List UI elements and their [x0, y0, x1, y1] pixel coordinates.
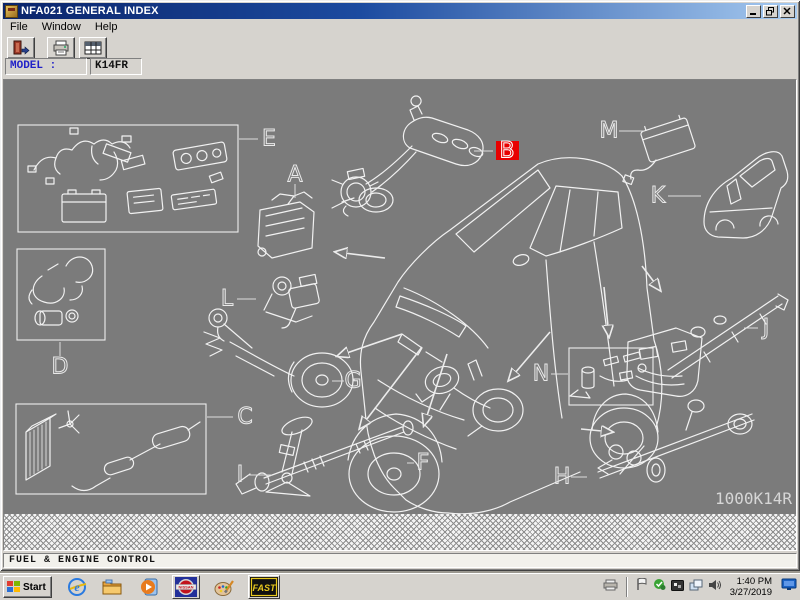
group-box-C [16, 404, 206, 494]
menu-bar: File Window Help [3, 20, 797, 34]
minimize-button[interactable] [746, 5, 761, 18]
tray-time: 1:40 PM [730, 576, 772, 587]
tray-window-stack-icon[interactable] [689, 578, 703, 596]
app-icon [5, 5, 18, 18]
group-box-D [17, 249, 105, 340]
model-value-field[interactable]: K14FR [90, 58, 142, 75]
front-suspension-drawing [204, 309, 353, 407]
section-label-e[interactable]: E [262, 127, 276, 152]
ecu-drawing [623, 114, 696, 185]
general-index-diagram: A B C D E F G H I J K L M N 1000K14R [4, 80, 796, 516]
exit-button[interactable] [7, 37, 35, 59]
media-player-icon[interactable] [138, 576, 160, 598]
section-label-f[interactable]: F [417, 451, 430, 476]
section-label-k[interactable]: K [651, 184, 666, 209]
section-label-m[interactable]: M [600, 119, 619, 144]
section-label-b[interactable]: B [499, 139, 514, 164]
section-label-j[interactable]: J [761, 316, 770, 341]
tray-printer-icon[interactable] [603, 578, 618, 596]
fast-logo-icon: FAST [250, 577, 278, 597]
title-bar[interactable]: NFA021 GENERAL INDEX [3, 3, 797, 19]
section-label-g[interactable]: G [344, 369, 361, 394]
fast-app-button[interactable]: FAST [248, 575, 280, 599]
parts-index-grid-icon [84, 40, 102, 56]
file-explorer-icon[interactable] [102, 576, 124, 598]
cooling-exhaust-drawing [26, 411, 200, 491]
drawing-code: 1000K14R [715, 489, 792, 508]
section-label-h[interactable]: H [554, 465, 571, 490]
menu-help[interactable]: Help [88, 21, 125, 33]
electrical-parts-drawing [28, 128, 227, 222]
engine-drawing [258, 168, 378, 258]
tray-security-icon[interactable] [653, 578, 666, 596]
steering-column-drawing [266, 414, 314, 496]
tray-flag-icon[interactable] [636, 578, 648, 596]
section-label-n[interactable]: N [533, 362, 549, 387]
tray-divider [626, 577, 628, 597]
windows-logo-icon [7, 581, 20, 593]
tray-date: 3/27/2019 [730, 587, 772, 598]
section-label-a[interactable]: A [287, 163, 302, 188]
paint-icon[interactable] [214, 576, 236, 598]
restore-button[interactable] [763, 5, 778, 18]
parts-index-button[interactable] [79, 37, 107, 59]
print-button[interactable] [47, 37, 75, 59]
status-bar: FUEL & ENGINE CONTROL [3, 553, 797, 568]
section-label-d[interactable]: D [52, 355, 69, 380]
tray-clock[interactable]: 1:40 PM 3/27/2019 [726, 576, 776, 598]
hoses-drawing [29, 257, 93, 325]
menu-file[interactable]: File [3, 21, 35, 33]
window-title: NFA021 GENERAL INDEX [21, 5, 159, 17]
section-label-i[interactable]: I [237, 463, 244, 488]
printer-icon [52, 40, 70, 56]
tray-network-display-icon[interactable] [781, 578, 797, 596]
taskbar: Start e NISSAN FAST [0, 573, 800, 600]
brake-unit-drawing [264, 274, 320, 328]
svg-text:NISSAN: NISSAN [178, 585, 193, 590]
nissan-logo-icon: NISSAN [175, 577, 197, 597]
washer-parts-drawing [570, 352, 646, 398]
chassis-drawing [627, 294, 788, 396]
desktop: { "window": { "title": "NFA021 GENERAL I… [0, 0, 800, 600]
menu-window[interactable]: Window [35, 21, 88, 33]
start-button[interactable]: Start [3, 576, 52, 598]
app-window: NFA021 GENERAL INDEX File Window Help MO… [0, 0, 800, 571]
section-label-l[interactable]: L [221, 287, 234, 312]
nissan-app-button[interactable]: NISSAN [172, 575, 200, 599]
exit-door-icon [12, 40, 30, 56]
tray-input-icon[interactable] [671, 578, 684, 596]
status-text: FUEL & ENGINE CONTROL [9, 555, 156, 566]
start-label: Start [23, 582, 46, 593]
drive-shaft-drawing [236, 421, 413, 494]
diagram-panel: A B C D E F G H I J K L M N 1000K14R [3, 79, 797, 551]
system-tray: 1:40 PM 3/27/2019 [603, 576, 797, 598]
model-label: MODEL : [5, 58, 87, 75]
hatched-strip [4, 514, 796, 550]
svg-text:FAST: FAST [252, 583, 277, 593]
body-shell-drawing [704, 152, 788, 238]
svg-text:e: e [74, 580, 80, 594]
tray-volume-icon[interactable] [708, 578, 721, 596]
rear-axle-drawing [598, 400, 754, 482]
internet-explorer-icon[interactable]: e [66, 576, 88, 598]
section-label-c[interactable]: C [237, 405, 252, 430]
close-button[interactable] [780, 5, 795, 18]
